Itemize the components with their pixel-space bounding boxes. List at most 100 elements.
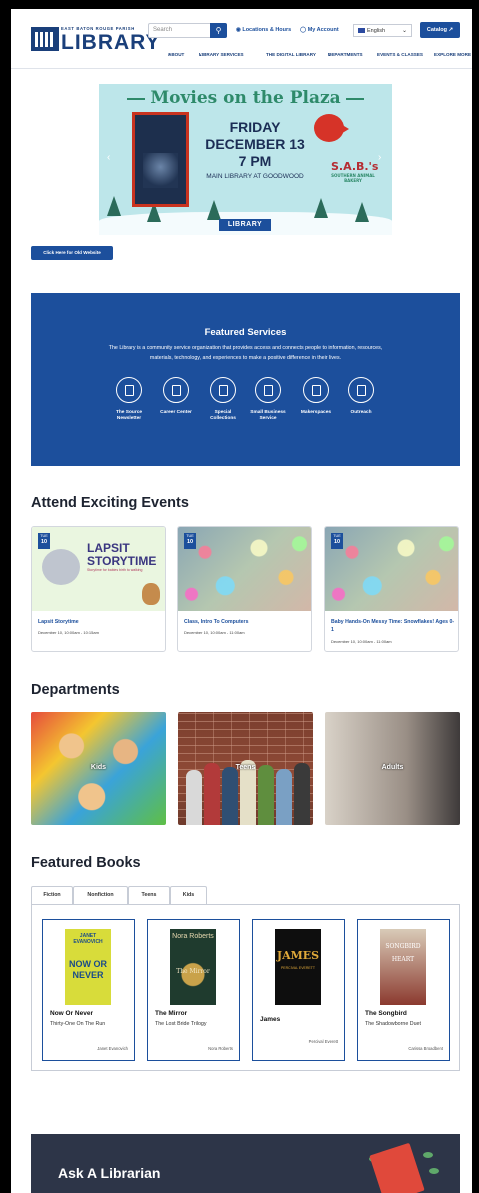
old-website-button[interactable]: Click Here for Old Website: [31, 246, 113, 260]
catalog-button[interactable]: Catalog ↗: [420, 22, 460, 38]
book-cover: SONGBIRD HEART: [380, 929, 426, 1005]
library-logo-icon[interactable]: [31, 27, 59, 51]
book-card[interactable]: SONGBIRD HEART The Songbird The Shadowbo…: [357, 919, 450, 1061]
cover-text: NOW OR NEVER: [69, 959, 107, 980]
nav-departments[interactable]: DEPARTMENTS ˅: [328, 52, 363, 57]
book-author: Janet Evanovich: [97, 1046, 128, 1051]
book-card[interactable]: JAMES PERCIVAL EVERETT James Percival Ev…: [252, 919, 345, 1061]
book-title: Now Or Never: [50, 1010, 93, 1017]
outreach-icon: [348, 377, 374, 403]
search-button[interactable]: ⚲: [210, 23, 227, 38]
service-label: Small Business Service: [250, 410, 286, 421]
nav-label: ABOUT: [168, 52, 185, 57]
koala-illustration: [42, 549, 80, 585]
cover-text: JAMES: [276, 949, 320, 962]
ask-librarian-title: Ask A Librarian: [58, 1165, 161, 1181]
nav-about[interactable]: ABOUT ˅: [168, 52, 184, 57]
leaf-decoration: [423, 1152, 433, 1158]
department-teens[interactable]: Teens: [178, 712, 313, 825]
service-career-center[interactable]: Career Center: [156, 377, 196, 416]
book-card[interactable]: Nora Roberts The Mirror The Mirror The L…: [147, 919, 240, 1061]
nav-library-services[interactable]: LIBRARY SERVICES ˅: [199, 52, 244, 57]
book-subtitle: Thirty-One On The Run: [50, 1021, 106, 1027]
person-figure: [276, 769, 292, 825]
event-image-title: STORYTIME: [87, 554, 157, 568]
banner-title: Movies on the Plaza: [99, 88, 392, 108]
event-image: LAPSIT STORYTIME Storytime for babies bi…: [32, 527, 165, 611]
teddy-bear-illustration: [142, 583, 160, 605]
service-special-collections[interactable]: Special Collections: [203, 377, 243, 422]
event-card[interactable]: TUE 10 Baby Hands-On Messy Time: Snowflak…: [324, 526, 459, 652]
nav-label: DEPARTMENTS: [328, 52, 363, 57]
my-account-link[interactable]: ◯ My Account: [300, 27, 339, 33]
cover-text: The Mirror: [176, 968, 210, 975]
department-label: Teens: [235, 764, 256, 771]
catalog-label: Catalog: [426, 27, 448, 33]
locations-link[interactable]: ◉ Locations & Hours: [236, 27, 291, 33]
banner-location: MAIN LIBRARY AT GOODWOOD: [206, 173, 304, 180]
department-label: Adults: [381, 764, 404, 771]
event-image-title: LAPSIT: [87, 541, 130, 555]
newsletter-icon: [116, 377, 142, 403]
book-title: The Songbird: [365, 1010, 407, 1017]
page: EAST BATON ROUGE PARISH LIBRARY Search ⚲…: [11, 9, 472, 1193]
hero-carousel[interactable]: Movies on the Plaza FRIDAY DECEMBER 13 7…: [99, 84, 392, 235]
event-image-subtitle: Storytime for babies birth to walking: [87, 568, 143, 572]
ask-librarian-banner[interactable]: Ask A Librarian: [31, 1134, 460, 1193]
event-date-badge: TUE 10: [184, 533, 196, 549]
person-figure: [186, 770, 202, 825]
event-title[interactable]: Baby Hands-On Messy Time: Snowflakes! Ag…: [331, 618, 455, 634]
service-makerspaces[interactable]: Makerspaces: [296, 377, 336, 416]
service-label: Makerspaces: [300, 410, 332, 415]
book-author: Carissa Broadbent: [408, 1046, 443, 1051]
service-outreach[interactable]: Outreach: [341, 377, 381, 416]
cover-text: HEART: [391, 956, 415, 963]
tab-nonfiction[interactable]: Nonfiction: [73, 886, 128, 904]
event-card[interactable]: LAPSIT STORYTIME Storytime for babies bi…: [31, 526, 166, 652]
service-the-source-newsletter[interactable]: The Source Newsletter: [109, 377, 149, 422]
event-day: 10: [40, 539, 48, 545]
event-title[interactable]: Class, Intro To Computers: [184, 618, 308, 626]
featured-services-panel: Featured Services The Library is a commu…: [31, 293, 460, 466]
language-select[interactable]: English ⌄: [353, 24, 412, 37]
collections-icon: [210, 377, 236, 403]
book-card[interactable]: JANET EVANOVICH NOW OR NEVER Now Or Neve…: [42, 919, 135, 1061]
departments-heading: Departments: [31, 682, 120, 698]
tree-decoration: [314, 198, 328, 218]
event-date-badge: TUE 10: [38, 533, 50, 549]
career-icon: [163, 377, 189, 403]
tab-fiction[interactable]: Fiction: [31, 886, 73, 904]
department-label: Kids: [90, 764, 107, 771]
department-adults[interactable]: Adults: [325, 712, 460, 825]
tree-decoration: [355, 202, 369, 222]
service-label: The Source Newsletter: [115, 410, 143, 421]
event-day: 10: [186, 539, 194, 545]
book-title: James: [260, 1016, 281, 1023]
tab-teens[interactable]: Teens: [128, 886, 170, 904]
tab-kids[interactable]: Kids: [170, 886, 207, 904]
sabs-logo: S.A.B.'s SOUTHERN ANIMAL BAKERY: [331, 160, 379, 186]
featured-services-description: The Library is a community service organ…: [108, 345, 383, 361]
external-link-icon: ↗: [448, 27, 454, 33]
event-card[interactable]: TUE 10 Class, Intro To Computers December…: [177, 526, 312, 652]
service-small-business[interactable]: Small Business Service: [248, 377, 288, 422]
banner-date: DECEMBER 13: [205, 136, 305, 152]
person-figure: [258, 765, 274, 825]
logo-wordmark[interactable]: LIBRARY: [61, 31, 161, 55]
person-figure: [294, 763, 310, 825]
chevron-down-icon: ⌄: [401, 28, 407, 34]
sabs-text: S.A.B.'s: [331, 160, 379, 173]
book-author: Percival Everett: [308, 1039, 338, 1044]
event-time: December 10, 10:00am - 11:00am: [331, 639, 392, 644]
tree-decoration: [107, 196, 121, 216]
train-image: [143, 153, 178, 188]
event-time: December 10, 10:00am - 10:15am: [38, 630, 99, 635]
carousel-prev-icon[interactable]: ‹: [107, 152, 110, 163]
event-title[interactable]: Lapsit Storytime: [38, 618, 162, 626]
event-image: [325, 527, 458, 611]
book-cover: JANET EVANOVICH NOW OR NEVER: [65, 929, 111, 1005]
department-kids[interactable]: Kids: [31, 712, 166, 825]
carousel-next-icon[interactable]: ›: [378, 152, 381, 163]
book-illustration-icon: [369, 1142, 425, 1193]
event-time: December 10, 10:00am - 11:00am: [184, 630, 245, 635]
